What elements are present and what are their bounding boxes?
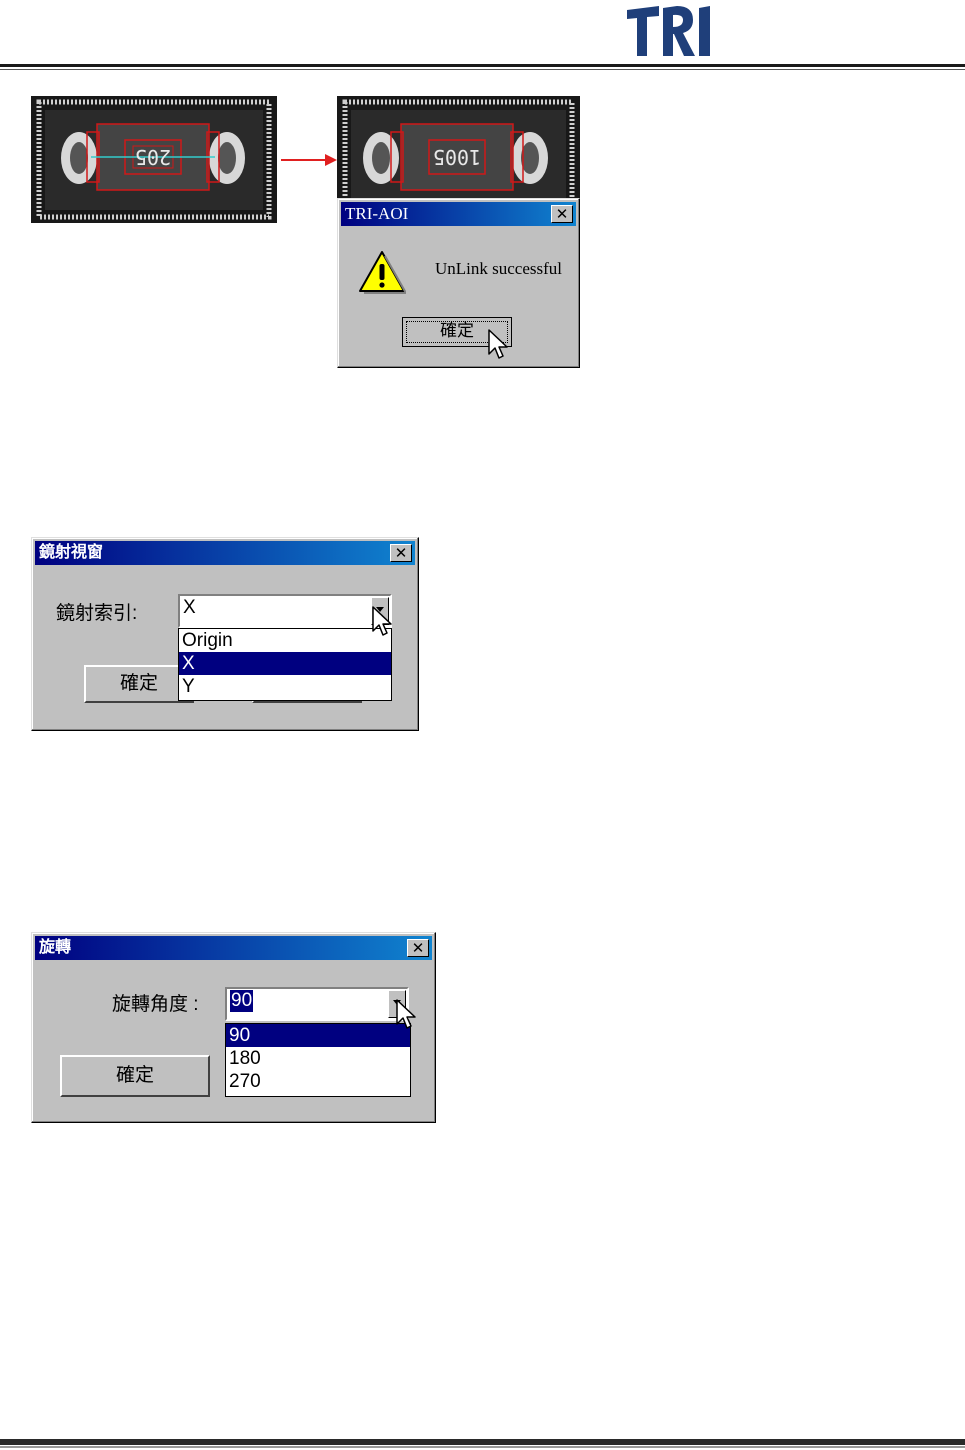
tri-logo	[627, 6, 710, 56]
dialog-title: 鏡射視窗	[39, 544, 104, 561]
close-icon: ✕	[555, 205, 569, 223]
selected-value: 90	[230, 990, 254, 1012]
close-icon: ✕	[394, 544, 408, 562]
rotate-angle-label: 旋轉角度 :	[112, 994, 199, 1015]
mouse-cursor-icon	[396, 999, 416, 1029]
ok-label: 確定	[119, 673, 158, 694]
rotate-options-list: 90 180 270	[225, 1023, 411, 1097]
dialog-title: 旋轉	[39, 939, 72, 956]
header-divider-thin	[0, 69, 965, 70]
close-icon: ✕	[411, 939, 425, 957]
mouse-cursor-icon	[488, 329, 508, 359]
footer-divider-thin	[0, 1446, 965, 1448]
ok-label: 確定	[115, 1065, 154, 1086]
option-270[interactable]: 270	[226, 1070, 410, 1093]
rotate-angle-select[interactable]: 90	[225, 987, 409, 1021]
warning-icon	[359, 251, 406, 294]
option-x[interactable]: X	[179, 652, 391, 675]
option-90[interactable]: 90	[226, 1024, 410, 1047]
option-origin[interactable]: Origin	[179, 629, 391, 652]
dialog-titlebar[interactable]: 鏡射視窗 ✕	[35, 541, 415, 565]
chip-marking: 205	[135, 145, 171, 169]
mouse-cursor-icon	[372, 606, 392, 636]
ok-button[interactable]: 確定	[60, 1055, 210, 1097]
unlink-dialog: TRI-AOI ✕ UnLink successful 確定	[337, 198, 580, 368]
mirror-dialog: 鏡射視窗 ✕ 鏡射索引: 確定 X Origin X Y	[31, 537, 419, 731]
component-image-linked: 205	[31, 96, 277, 223]
selected-value: X	[183, 597, 196, 618]
footer-divider	[0, 1439, 965, 1445]
ok-label: 確定	[440, 321, 474, 340]
arrow-icon	[281, 154, 337, 166]
close-button[interactable]: ✕	[551, 205, 573, 223]
close-button[interactable]: ✕	[390, 544, 412, 562]
component-image-unlinked: 1005	[337, 96, 580, 206]
dialog-title: TRI-AOI	[345, 204, 409, 223]
option-180[interactable]: 180	[226, 1047, 410, 1070]
close-button[interactable]: ✕	[407, 939, 429, 957]
chip-marking: 1005	[433, 145, 481, 169]
rotate-dialog: 旋轉 ✕ 旋轉角度 : 確定 90 90 180 270	[31, 932, 436, 1123]
dialog-titlebar[interactable]: 旋轉 ✕	[35, 936, 432, 960]
header-divider	[0, 64, 965, 67]
mirror-options-list: Origin X Y	[178, 628, 392, 701]
dialog-message: UnLink successful	[435, 259, 563, 278]
mirror-index-select[interactable]: X	[178, 594, 392, 628]
option-y[interactable]: Y	[179, 675, 391, 698]
mirror-index-label: 鏡射索引:	[56, 603, 138, 624]
dialog-titlebar[interactable]: TRI-AOI ✕	[341, 202, 576, 226]
